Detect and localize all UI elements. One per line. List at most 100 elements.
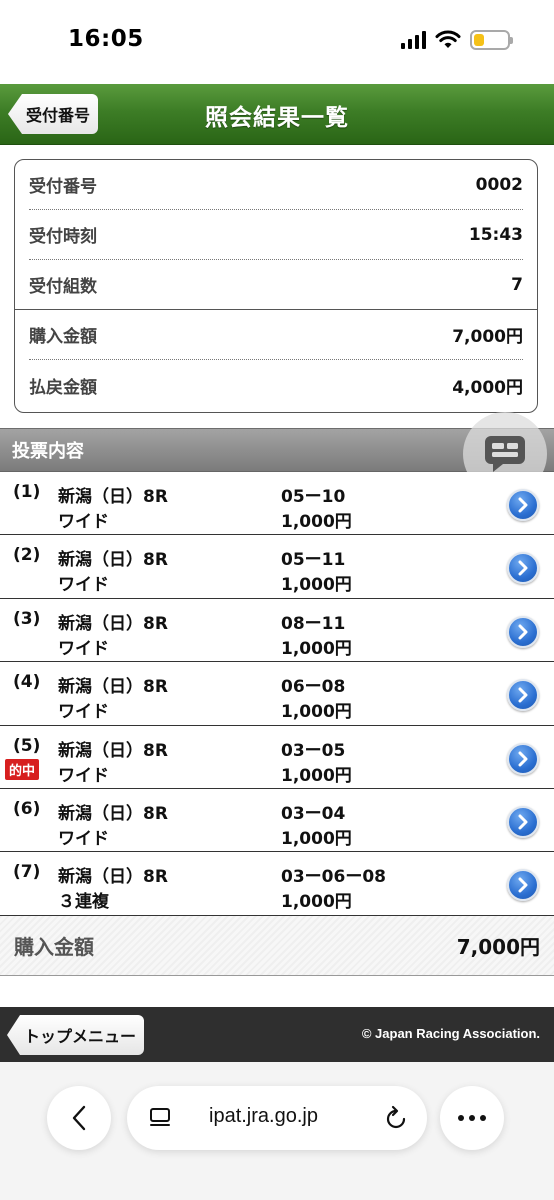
summary-row-set-count: 受付組数 7 [15, 260, 537, 310]
bet-amount: 1,000円 [281, 765, 352, 786]
bet-number: (7) [13, 862, 41, 883]
bet-row-6[interactable]: (6) 新潟（日）8R ワイド 03ー04 1,000円 [0, 788, 554, 853]
browser-more-button[interactable] [440, 1086, 504, 1150]
bet-amount: 1,000円 [281, 638, 352, 659]
bet-type: ワイド [58, 512, 109, 532]
bet-number: (6) [13, 798, 41, 819]
detail-arrow-button[interactable] [507, 805, 539, 838]
summary-label: 購入金額 [29, 327, 97, 347]
bet-combination: 05ー11 [281, 550, 346, 571]
bet-amount: 1,000円 [281, 828, 352, 849]
summary-row-purchase-amount: 購入金額 7,000円 [29, 310, 523, 360]
bet-amount: 1,000円 [281, 575, 352, 596]
bet-venue: 新潟（日）8R [58, 867, 168, 888]
bet-list: (1) 新潟（日）8R ワイド 05ー10 1,000円 (2) 新潟（日）8R… [0, 472, 554, 916]
battery-icon [470, 30, 513, 50]
summary-value: 0002 [475, 174, 523, 195]
reload-icon[interactable] [384, 1105, 408, 1131]
total-label: 購入金額 [14, 935, 94, 959]
summary-box: 受付番号 0002 受付時刻 15:43 受付組数 7 購入金額 7,000円 … [14, 159, 538, 413]
bet-combination: 03ー05 [281, 740, 346, 761]
chevron-right-icon [518, 877, 528, 893]
bet-type: ワイド [58, 828, 109, 849]
browser-toolbar: ipat.jra.go.jp [0, 1062, 554, 1200]
copyright-text: © Japan Racing Association. [361, 1026, 540, 1041]
bet-type: ワイド [58, 765, 109, 786]
chevron-right-icon [518, 560, 528, 576]
browser-back-button[interactable] [47, 1086, 111, 1150]
summary-row-receipt-number: 受付番号 0002 [29, 160, 523, 210]
bet-number: (2) [13, 545, 41, 566]
chevron-right-icon [518, 814, 528, 830]
bet-venue: 新潟（日）8R [58, 677, 168, 698]
chevron-right-icon [518, 751, 528, 767]
bet-type: ワイド [58, 702, 109, 723]
detail-arrow-button[interactable] [507, 679, 539, 712]
chevron-right-icon [518, 687, 528, 703]
bet-row-4[interactable]: (4) 新潟（日）8R ワイド 06ー08 1,000円 [0, 662, 554, 726]
detail-arrow-button[interactable] [507, 489, 539, 521]
wifi-icon [435, 30, 461, 48]
bet-type: ワイド [58, 575, 109, 596]
bet-type: ３連複 [58, 892, 109, 913]
bet-row-2[interactable]: (2) 新潟（日）8R ワイド 05ー11 1,000円 [0, 535, 554, 599]
bet-number: (1) [13, 482, 41, 502]
spacer [0, 977, 554, 1007]
bet-venue: 新潟（日）8R [58, 487, 168, 507]
bet-number: (4) [13, 672, 41, 693]
chevron-left-icon [72, 1105, 86, 1131]
hit-badge: 的中 [5, 758, 40, 780]
cellular-signal-icon [401, 31, 426, 49]
bet-combination: 03ー06ー08 [281, 867, 386, 888]
summary-value: 7,000円 [452, 327, 523, 347]
summary-label: 受付番号 [29, 177, 97, 197]
bet-venue: 新潟（日）8R [58, 550, 168, 571]
bet-row-5[interactable]: (5) 的中 新潟（日）8R ワイド 03ー05 1,000円 [0, 725, 554, 789]
page-footer: トップメニュー © Japan Racing Association. [0, 1007, 554, 1062]
page-header: 受付番号 照会結果一覧 [0, 84, 554, 145]
summary-value: 7 [511, 274, 523, 295]
bet-venue: 新潟（日）8R [58, 740, 168, 761]
summary-value: 4,000円 [452, 377, 523, 398]
summary-label: 受付組数 [29, 277, 97, 297]
battery-level [474, 34, 484, 46]
top-menu-button[interactable]: トップメニュー [7, 1015, 145, 1055]
bet-combination: 03ー04 [281, 803, 346, 824]
bet-amount: 1,000円 [281, 702, 352, 723]
summary-label: 受付時刻 [29, 227, 97, 247]
status-time: 16:05 [68, 26, 144, 52]
bet-amount: 1,000円 [281, 892, 352, 913]
bet-number: (3) [13, 608, 41, 629]
bet-combination: 06ー08 [281, 677, 346, 698]
detail-arrow-button[interactable] [507, 869, 539, 902]
chevron-right-icon [518, 497, 528, 513]
detail-arrow-button[interactable] [507, 552, 539, 585]
bet-row-1[interactable]: (1) 新潟（日）8R ワイド 05ー10 1,000円 [0, 472, 554, 536]
address-bar[interactable]: ipat.jra.go.jp [127, 1086, 427, 1150]
summary-label: 払戻金額 [29, 377, 97, 398]
bet-row-3[interactable]: (3) 新潟（日）8R ワイド 08ー11 1,000円 [0, 598, 554, 663]
more-icon [458, 1115, 486, 1121]
reader-mode-icon [150, 1108, 170, 1126]
bet-venue: 新潟（日）8R [58, 613, 168, 634]
bet-number: (5) [13, 735, 41, 756]
page-title: 照会結果一覧 [205, 105, 349, 131]
detail-arrow-button[interactable] [507, 615, 539, 648]
summary-value: 15:43 [468, 224, 523, 245]
status-bar: 16:05 [0, 0, 554, 84]
url-text: ipat.jra.go.jp [209, 1105, 318, 1127]
bet-combination: 05ー10 [281, 487, 346, 507]
chevron-right-icon [518, 624, 528, 640]
summary-row-payout-amount: 払戻金額 4,000円 [29, 360, 523, 410]
total-row: 購入金額 7,000円 [0, 916, 554, 976]
status-icons [401, 28, 513, 52]
chat-icon [485, 436, 525, 472]
bet-combination: 08ー11 [281, 613, 346, 634]
bet-row-7[interactable]: (7) 新潟（日）8R ３連複 03ー06ー08 1,000円 [0, 852, 554, 916]
summary-row-receipt-time: 受付時刻 15:43 [29, 210, 523, 260]
bet-amount: 1,000円 [281, 512, 352, 532]
total-value: 7,000円 [456, 935, 540, 959]
bet-venue: 新潟（日）8R [58, 803, 168, 824]
bet-type: ワイド [58, 638, 109, 659]
detail-arrow-button[interactable] [507, 742, 539, 775]
